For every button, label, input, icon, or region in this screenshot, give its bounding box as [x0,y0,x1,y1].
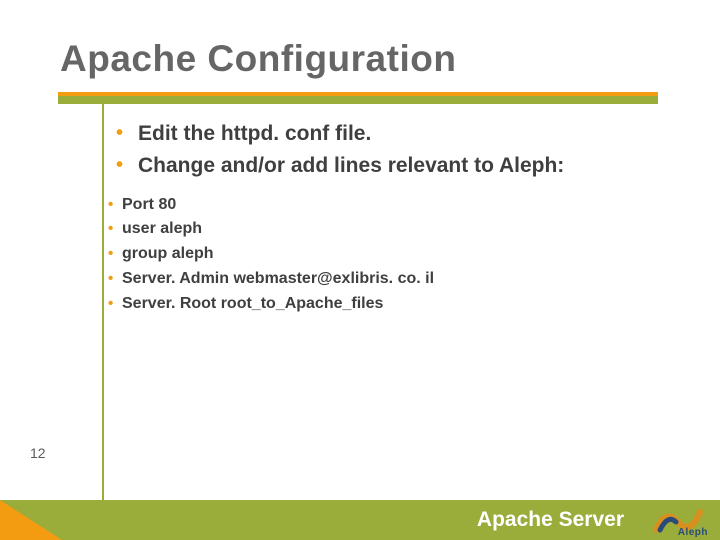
bullet-list-secondary: Port 80 user aleph group aleph Server. A… [108,193,668,317]
footer-corner [0,500,62,540]
bullet-list-primary: Edit the httpd. conf file. Change and/or… [108,120,668,181]
page-number: 12 [30,445,46,461]
bullet-item: Server. Admin webmaster@exlibris. co. il [122,267,668,292]
aleph-logo-text: Aleph [678,527,708,538]
footer-text: Apache Server [477,508,624,532]
bullet-item: Server. Root root_to_Apache_files [122,292,668,317]
bullet-item: user aleph [122,217,668,242]
vertical-line [102,104,104,502]
rule-olive [58,96,658,104]
bullet-item: Edit the httpd. conf file. [138,120,668,148]
bullet-item: Change and/or add lines relevant to Alep… [138,152,668,180]
bullet-item: group aleph [122,242,668,267]
content-block: Edit the httpd. conf file. Change and/or… [108,120,668,317]
bullet-item: Port 80 [122,193,668,218]
slide: Apache Configuration Edit the httpd. con… [0,0,720,540]
slide-title: Apache Configuration [60,38,456,80]
